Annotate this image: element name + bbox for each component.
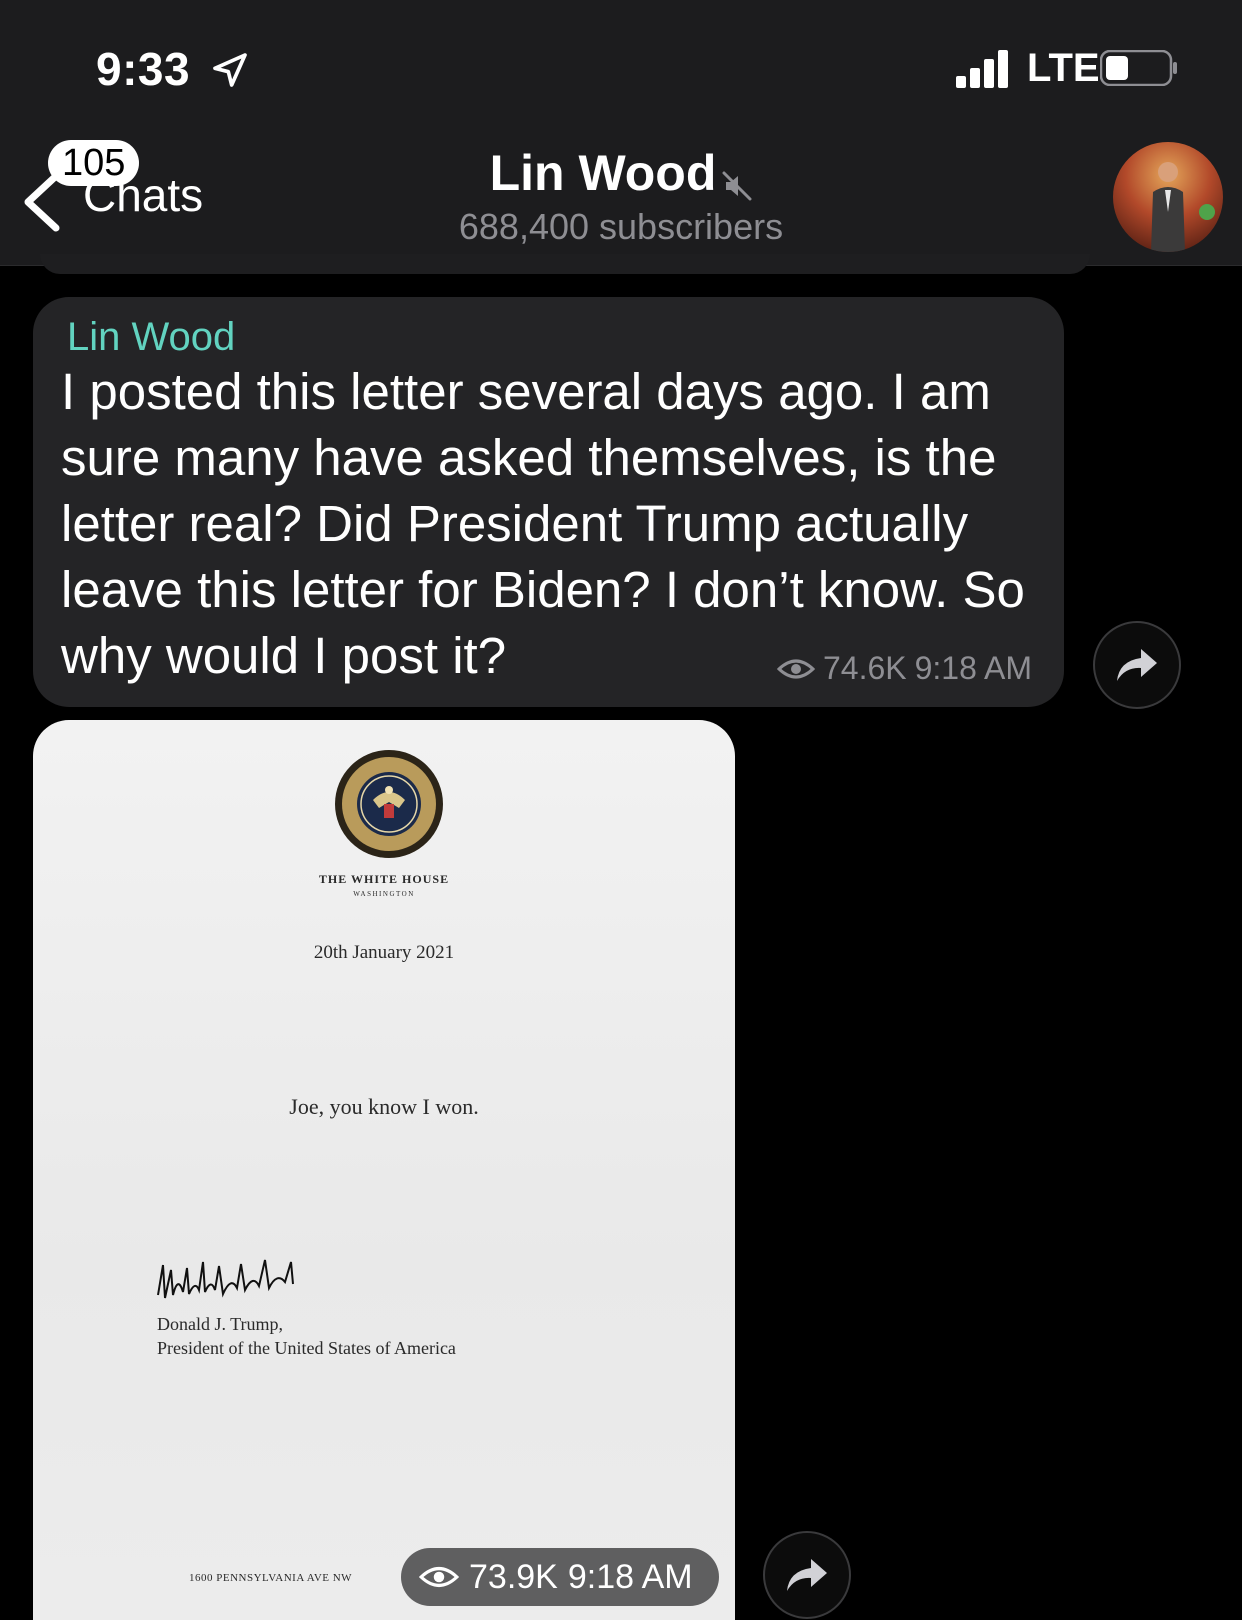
battery-icon — [1100, 50, 1177, 86]
signal-bars-icon — [956, 50, 1008, 88]
letter-subheader: WASHINGTON — [353, 890, 415, 898]
eye-icon — [419, 1567, 459, 1587]
channel-avatar[interactable] — [1113, 142, 1223, 252]
muted-speaker-icon — [722, 171, 752, 201]
message-text: I posted this letter several days ago. I… — [61, 363, 1025, 684]
letter-image: THE WHITE HOUSE WASHINGTON 20th January … — [33, 720, 735, 1620]
eye-icon — [776, 659, 815, 678]
letter-body: Joe, you know I won. — [289, 1094, 479, 1119]
share-arrow-icon — [1117, 649, 1157, 681]
location-arrow-icon — [213, 53, 247, 87]
previous-message-edge — [40, 254, 1090, 274]
message-time: 9:18 AM — [914, 650, 1032, 686]
chat-header: Chats 105 Lin Wood 688,400 subscribers — [0, 130, 1242, 266]
network-type: LTE — [1027, 46, 1100, 90]
signature-icon — [157, 1259, 294, 1299]
photo-meta: 73.9K 9:18 AM — [401, 1548, 719, 1606]
channel-title-area[interactable]: Lin Wood — [0, 144, 1242, 202]
letter-address: 1600 PENNSYLVANIA AVE NW — [189, 1572, 353, 1584]
status-time: 9:33 — [96, 43, 191, 95]
message-bubble[interactable]: Lin Wood I posted this letter several da… — [33, 297, 1064, 707]
message-meta: 74.6K 9:18 AM — [776, 650, 1032, 687]
letter-date: 20th January 2021 — [313, 942, 455, 963]
share-button[interactable] — [1093, 621, 1181, 709]
message-sender: Lin Wood — [67, 315, 236, 359]
photo-message[interactable]: THE WHITE HOUSE WASHINGTON 20th January … — [33, 720, 735, 1620]
presidential-seal-icon — [335, 750, 443, 858]
subscriber-count: 688,400 subscribers — [458, 206, 784, 247]
signer-name: Donald J. Trump, — [157, 1314, 284, 1334]
share-button[interactable] — [763, 1531, 851, 1619]
channel-name: Lin Wood — [489, 145, 717, 201]
letter-signer: Donald J. Trump, President of the United… — [157, 1312, 456, 1360]
signer-title: President of the United States of Americ… — [157, 1338, 456, 1358]
letter-header: THE WHITE HOUSE — [318, 872, 450, 886]
view-count: 74.6K — [822, 650, 907, 686]
status-bar: 9:33 LTE — [0, 0, 1242, 130]
share-arrow-icon — [787, 1559, 827, 1591]
